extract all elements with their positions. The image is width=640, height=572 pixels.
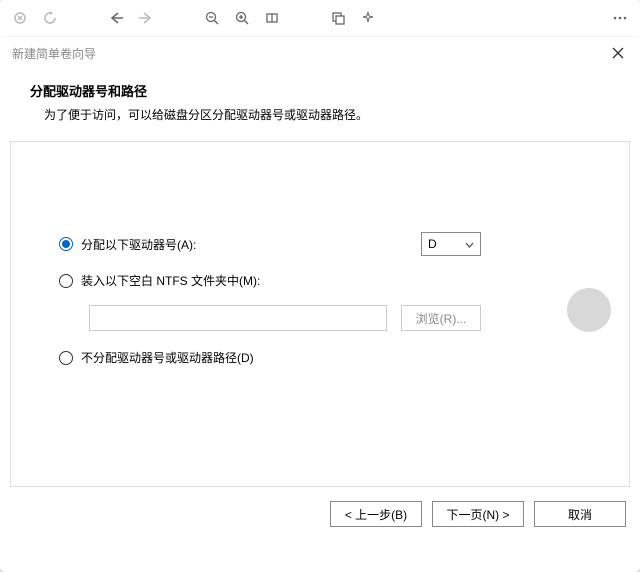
page-header: 分配驱动器号和路径 为了便于访问，可以给磁盘分区分配驱动器号或驱动器路径。: [2, 65, 638, 133]
refresh-icon[interactable]: [38, 6, 62, 30]
zoom-out-icon[interactable]: [200, 6, 224, 30]
window-frame: 新建简单卷向导 分配驱动器号和路径 为了便于访问，可以给磁盘分区分配驱动器号或驱…: [0, 0, 640, 572]
option-mount-ntfs: 装入以下空白 NTFS 文件夹中(M):: [59, 272, 611, 289]
option-no-assign-label: 不分配驱动器号或驱动器路径(D): [81, 349, 254, 366]
mount-path-row: 浏览(R)...: [89, 305, 611, 331]
close-icon[interactable]: [608, 43, 628, 63]
more-icon[interactable]: [608, 6, 632, 30]
page-title: 分配驱动器号和路径: [30, 81, 616, 100]
dialog-titlebar: 新建简单卷向导: [2, 37, 638, 65]
close-small-icon[interactable]: [8, 6, 32, 30]
back-arrow-icon[interactable]: [104, 6, 128, 30]
option-mount-ntfs-label: 装入以下空白 NTFS 文件夹中(M):: [81, 272, 260, 289]
dialog-footer: < 上一步(B) 下一页(N) > 取消: [2, 487, 638, 541]
back-button[interactable]: < 上一步(B): [330, 501, 422, 527]
page-subtitle: 为了便于访问，可以给磁盘分区分配驱动器号或驱动器路径。: [30, 106, 616, 123]
drive-letter-value: D: [428, 237, 437, 251]
mount-path-input[interactable]: [89, 305, 387, 331]
zoom-in-icon[interactable]: [230, 6, 254, 30]
option-assign-letter: 分配以下驱动器号(A): D: [59, 232, 611, 256]
drive-letter-select[interactable]: D: [421, 232, 481, 256]
dialog-title: 新建简单卷向导: [12, 45, 96, 62]
forward-arrow-icon[interactable]: [134, 6, 158, 30]
options-panel: 分配以下驱动器号(A): D 装入以下空白 NTFS 文件夹中(M): 浏览(R…: [10, 141, 630, 487]
next-button[interactable]: 下一页(N) >: [432, 501, 524, 527]
decorative-circle: [567, 288, 611, 332]
radio-mount-ntfs[interactable]: [59, 274, 73, 288]
dialog-area: 新建简单卷向导 分配驱动器号和路径 为了便于访问，可以给磁盘分区分配驱动器号或驱…: [2, 36, 638, 570]
fit-width-icon[interactable]: [260, 6, 284, 30]
radio-assign-letter[interactable]: [59, 237, 73, 251]
cancel-button[interactable]: 取消: [534, 501, 626, 527]
option-no-assign: 不分配驱动器号或驱动器路径(D): [59, 349, 611, 366]
option-assign-letter-label: 分配以下驱动器号(A):: [81, 236, 196, 253]
browse-button[interactable]: 浏览(R)...: [401, 305, 481, 331]
radio-no-assign[interactable]: [59, 351, 73, 365]
top-toolbar: [0, 0, 640, 36]
chevron-down-icon: [465, 237, 474, 251]
magic-icon[interactable]: [356, 6, 380, 30]
copy-icon[interactable]: [326, 6, 350, 30]
